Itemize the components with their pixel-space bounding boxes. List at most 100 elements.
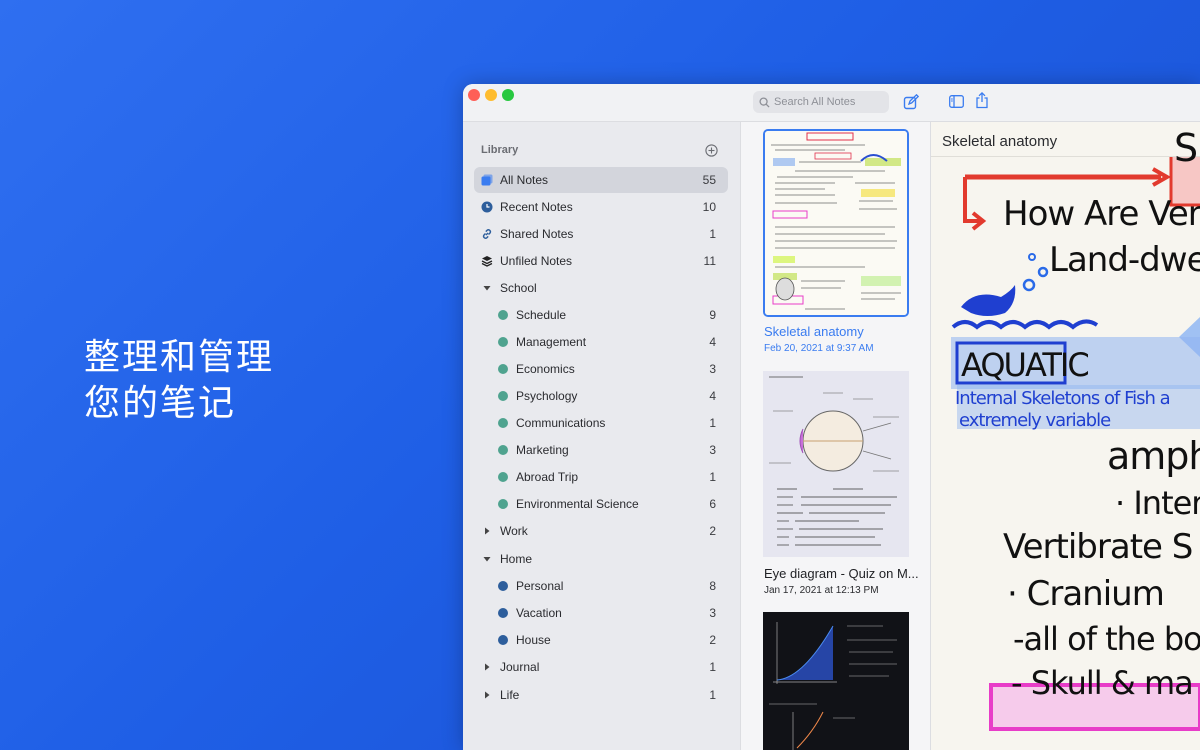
sidebar-item-label: School [500,281,537,295]
handwritten-line: amph [1107,434,1200,478]
sidebar-item-label: Recent Notes [500,200,573,214]
handwritten-line: Internal Skeletons of Fish a [955,388,1171,409]
sidebar-item-environmental-science[interactable]: Environmental Science 6 [474,491,728,517]
sidebar-item-count: 4 [709,335,716,349]
sidebar-folder-school[interactable]: School [474,275,728,301]
sidebar-item-label: Journal [500,660,540,674]
sidebar-item-count: 3 [709,443,716,457]
sidebar-item-shared-notes[interactable]: Shared Notes 1 [474,221,728,247]
chevron-right-icon[interactable] [478,691,496,699]
note-date: Feb 20, 2021 at 9:37 AM [764,343,874,354]
add-folder-icon[interactable] [705,144,718,157]
sidebar-item-all-notes[interactable]: All Notes 55 [474,167,728,193]
sidebar-item-label: Environmental Science [516,497,639,511]
handwritten-line: · Intern [1115,484,1200,522]
sidebar-item-vacation[interactable]: Vacation 3 [474,600,728,626]
sidebar-item-count: 1 [709,688,716,702]
sidebar-item-count: 6 [709,497,716,511]
sidebar-item-count: 8 [709,579,716,593]
sidebar-item-management[interactable]: Management 4 [474,329,728,355]
sidebar-item-count: 3 [709,606,716,620]
promo-line-1: 整理和管理 [84,337,275,378]
chevron-right-icon[interactable] [478,663,496,671]
sidebar-item-count: 3 [709,362,716,376]
sidebar-item-communications[interactable]: Communications 1 [474,410,728,436]
sidebar-item-count: 9 [709,308,716,322]
sidebar-item-recent-notes[interactable]: Recent Notes 10 [474,194,728,220]
sidebar-item-count: 2 [709,633,716,647]
title-bar: Search All Notes [463,84,1200,122]
note-thumbnail-eye-diagram[interactable] [763,371,909,557]
sidebar-item-house[interactable]: House 2 [474,627,728,653]
note-date: Jan 17, 2021 at 12:13 PM [764,585,879,596]
handwritten-line: - Skull & ma [1011,664,1194,702]
sidebar-item-label: Life [500,688,520,702]
sidebar-item-label: Economics [516,362,575,376]
sidebar-item-label: Communications [516,416,606,430]
search-placeholder: Search All Notes [774,96,856,108]
sidebar-item-label: Work [500,524,528,538]
note-title[interactable]: Skeletal anatomy [764,324,919,339]
sidebar-item-schedule[interactable]: Schedule 9 [474,302,728,328]
sidebar-item-label: All Notes [500,173,549,187]
sidebar-item-unfiled-notes[interactable]: Unfiled Notes 11 [474,248,728,274]
sidebar-item-marketing[interactable]: Marketing 3 [474,437,728,463]
sidebar-item-count: 11 [703,254,716,268]
sidebar-item-count: 1 [709,416,716,430]
sidebar-toggle-icon[interactable] [949,95,964,108]
sidebar-item-label: Home [500,552,533,566]
notebook-dot-icon [494,337,512,347]
chevron-down-icon[interactable] [478,284,496,292]
sidebar: Library All Notes 55 Recent Notes 10 Sha… [463,122,741,750]
sidebar-item-label: Abroad Trip [516,470,579,484]
note-editor[interactable]: Skeletal anatomy S How Are Vertib Land-d… [931,122,1200,750]
promo-text: 整理和管理 您的笔记 [84,335,274,427]
sidebar-item-count: 1 [709,227,716,241]
sidebar-item-label: Marketing [516,443,569,457]
sidebar-item-label: Shared Notes [500,227,574,241]
sidebar-item-count: 1 [709,470,716,484]
sidebar-item-label: Unfiled Notes [500,254,573,268]
sidebar-item-abroad-trip[interactable]: Abroad Trip 1 [474,464,728,490]
notebook-dot-icon [494,635,512,645]
sidebar-item-economics[interactable]: Economics 3 [474,356,728,382]
sidebar-item-label: Psychology [516,389,578,403]
sidebar-item-count: 55 [702,173,716,187]
close-window-button[interactable] [468,89,480,101]
sidebar-item-label: Vacation [516,606,562,620]
sidebar-folder-home[interactable]: Home [474,546,728,572]
clock-icon [478,201,496,213]
notebook-dot-icon [494,310,512,320]
sidebar-item-count: 10 [702,200,716,214]
stack-icon [478,255,496,267]
notebook-dot-icon [494,499,512,509]
notebook-dot-icon [494,391,512,401]
sidebar-folder-work[interactable]: Work 2 [474,518,728,544]
handwritten-line: AQUATIC [961,346,1090,384]
editor-note-title[interactable]: Skeletal anatomy [942,133,1057,150]
sidebar-item-psychology[interactable]: Psychology 4 [474,383,728,409]
share-icon[interactable] [975,92,989,109]
handwritten-line: extremely variable [959,410,1111,431]
note-thumbnail-skeletal-anatomy[interactable] [763,129,909,317]
notebook-dot-icon [494,418,512,428]
notebook-dot-icon [494,472,512,482]
sidebar-folder-life[interactable]: Life 1 [474,682,728,708]
handwritten-line: · Cranium [1007,574,1165,614]
sidebar-folder-journal[interactable]: Journal 1 [474,654,728,680]
sidebar-item-count: 4 [709,389,716,403]
notebook-dot-icon [494,608,512,618]
note-title[interactable]: Eye diagram - Quiz on M... [764,566,919,581]
chevron-right-icon[interactable] [478,527,496,535]
zoom-window-button[interactable] [502,89,514,101]
search-field[interactable]: Search All Notes [753,91,889,113]
compose-icon[interactable] [903,94,919,110]
sidebar-item-personal[interactable]: Personal 8 [474,573,728,599]
minimize-window-button[interactable] [485,89,497,101]
note-thumbnail-math[interactable] [763,612,909,750]
sidebar-item-label: House [516,633,551,647]
sidebar-item-count: 2 [709,524,716,538]
chevron-down-icon[interactable] [478,555,496,563]
handwritten-line: How Are Vertib [1003,194,1200,234]
handwritten-note-preview [765,131,907,315]
